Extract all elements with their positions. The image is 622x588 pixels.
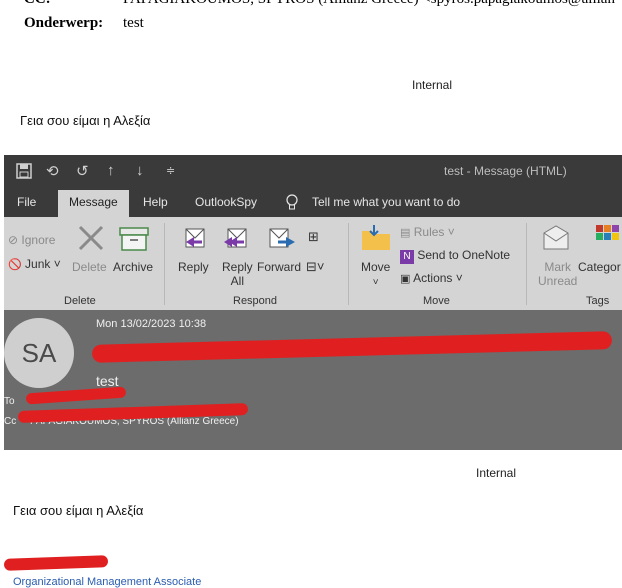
send-to-onenote-button[interactable]: N Send to OneNote [400,248,510,264]
quick-access-toolbar: ⟲ ↺ ↑ ↓ ≑ test - Message (HTML) [4,155,622,187]
ignore-icon: ⊘ [8,233,19,247]
cc-value: PAPAGIAKOUMOS, SPYROS (Allianz Greece) <… [123,0,615,8]
actions-icon: ▣ [400,273,411,285]
categorize-button[interactable]: Categor [578,260,621,274]
reply-all-icon [224,228,247,248]
tab-outlookspy[interactable]: OutlookSpy [195,195,257,209]
redacted-sender [91,331,613,363]
to-label: To [4,396,15,407]
previous-item-icon[interactable]: ↑ [107,162,115,179]
cc-label: Cc [4,416,17,427]
ribbon-tabs: File Message Help OutlookSpy Tell me wha… [4,187,622,217]
categorize-icon [596,225,619,240]
archive-icon [119,227,149,251]
lightbulb-icon [286,194,298,210]
tags-group-label: Tags [586,295,610,307]
archive-button[interactable]: Archive [113,260,153,274]
next-item-icon[interactable]: ↓ [136,162,144,179]
ignore-button[interactable]: ⊘ Ignore [8,233,55,247]
email-body-text: Γεια σου είμαι η Αλεξία [20,113,151,128]
mark-unread-icon [543,225,569,250]
window-title: test - Message (HTML) [444,164,567,178]
outlook-message-window: ⟲ ↺ ↑ ↓ ≑ test - Message (HTML) File Mes… [4,155,622,450]
onenote-icon: N [400,250,414,264]
delete-button[interactable]: Delete [72,260,107,274]
more-respond-icon[interactable]: ⊟˅ [306,259,324,275]
move-folder-icon [362,225,390,250]
cc-label: CC: [24,0,51,8]
customize-toolbar-icon[interactable]: ≑ [166,164,175,177]
mark-unread-button[interactable]: Mark Unread [538,260,577,288]
ribbon-panel: ⊘ Ignore 🚫 Junk ˅ Delete Archive Delete … [4,217,622,310]
rules-icon: ▤ [400,227,411,239]
rules-button[interactable]: ▤ Rules ˅ [400,225,455,239]
move-group-label: Move [423,295,450,307]
chevron-down-icon: ˅ [372,277,379,288]
message-date: Mon 13/02/2023 10:38 [96,318,207,330]
avatar: SA [4,318,74,388]
forward-button[interactable]: Forward [257,260,301,274]
junk-button[interactable]: 🚫 Junk ˅ [8,257,61,271]
redacted-signature-name [3,555,109,571]
junk-icon: 🚫 [8,259,22,271]
tell-me-search[interactable]: Tell me what you want to do [312,195,460,209]
email-body-text-lower: Γεια σου είμαι η Αλεξία [13,503,144,518]
signature-title: Organizational Management Associate [13,576,202,588]
undo-icon[interactable]: ⟲ [46,162,59,180]
respond-group-label: Respond [233,295,278,307]
save-icon[interactable] [16,163,32,179]
delete-icon [78,225,104,251]
move-button[interactable]: Move ˅ [361,260,390,288]
classification-label: Internal [412,78,453,92]
redacted-to [25,386,127,405]
tab-message[interactable]: Message [58,190,129,217]
meeting-reply-icon[interactable]: ⊞ [308,229,319,245]
ribbon-separator [526,223,527,305]
tab-file[interactable]: File [17,195,36,209]
reply-icon [185,228,205,248]
ribbon-separator [164,223,165,305]
actions-button[interactable]: ▣ Actions ˅ [400,271,463,285]
classification-label-lower: Internal [476,466,517,480]
reply-all-button[interactable]: Reply All [222,260,253,288]
ribbon-separator [348,223,349,305]
subject-value: test [123,15,144,31]
delete-group-label: Delete [64,295,96,307]
subject-label: Onderwerp: [24,15,104,31]
reply-button[interactable]: Reply [178,260,209,274]
redo-icon[interactable]: ↺ [76,162,89,180]
forward-icon [269,228,295,248]
tab-help[interactable]: Help [143,195,168,209]
message-header: SA Mon 13/02/2023 10:38 test To Cc PAPAG… [4,310,622,450]
